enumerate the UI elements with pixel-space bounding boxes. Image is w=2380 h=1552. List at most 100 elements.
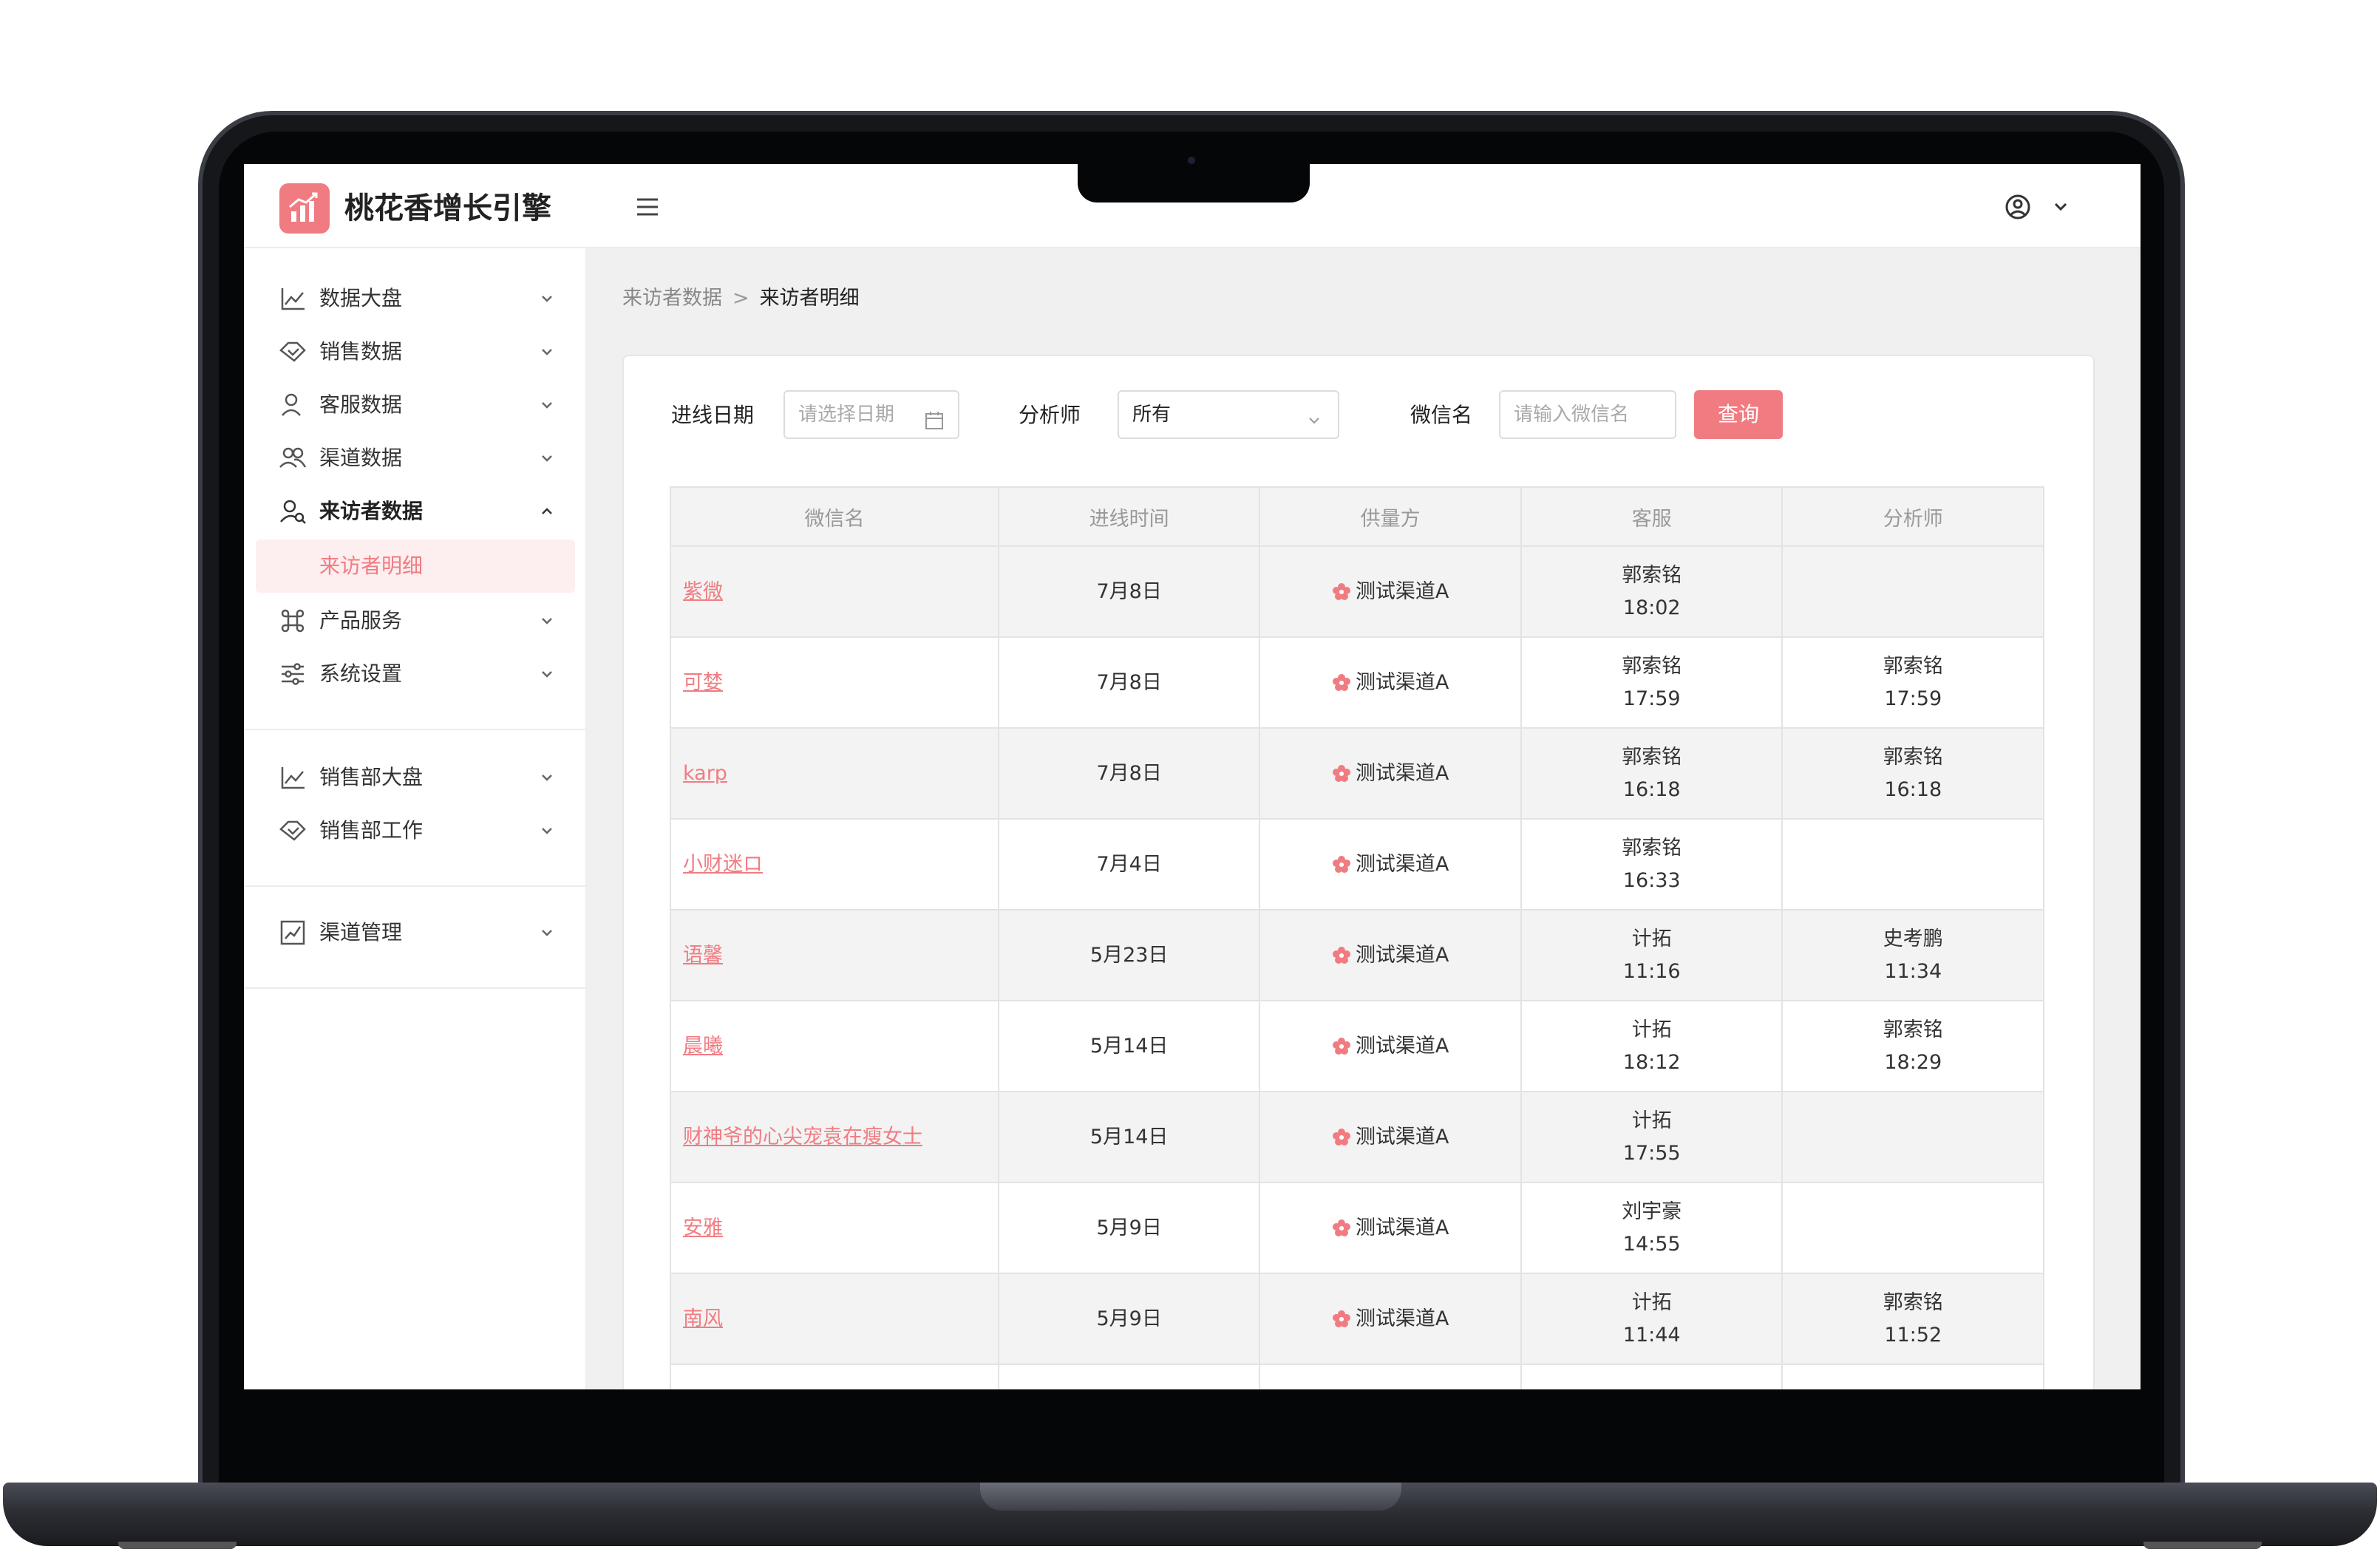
analyst-name: 郭索铭 (1883, 745, 1943, 769)
date-picker-placeholder: 请选择日期 (798, 404, 895, 426)
sidebar-item-label: 系统设置 (319, 661, 403, 686)
source-label: 测试渠道A (1355, 1216, 1449, 1239)
sidebar-item-settings[interactable]: 系统设置 (244, 647, 587, 701)
wechat-name-link[interactable]: 财神爷的心尖宠袁在瘦女士 (683, 1126, 922, 1148)
flower-icon (1332, 852, 1351, 873)
sidebar-item-cs-data[interactable]: 客服数据 (244, 378, 587, 432)
wechat-name-cell: 晨曦 (670, 1000, 999, 1092)
chevron-down-icon[interactable] (2047, 194, 2074, 220)
sidebar: 数据大盘 销售数据 客服数据 渠道数据 来访者数据 来访者明细 产品服务 系统设… (244, 248, 587, 1389)
wechat-name-link[interactable]: karp (683, 762, 727, 785)
wechat-name-placeholder: 请输入微信名 (1514, 404, 1630, 426)
sidebar-item-label: 来访者数据 (319, 499, 424, 523)
menu-icon[interactable] (631, 191, 664, 223)
query-button[interactable]: 查询 (1694, 390, 1783, 439)
entry-time-cell: 7月8日 (997, 636, 1261, 729)
sidebar-item-sales-data[interactable]: 销售数据 (244, 325, 587, 378)
source-label: 测试渠道A (1355, 579, 1449, 603)
table-row: 财神爷的心尖宠袁在瘦女士 5月14日 测试渠道A 计拓 17:55 (670, 1091, 2044, 1183)
line-chart-icon (278, 763, 307, 792)
cs-cell: 郭索铭 18:02 (1520, 545, 1784, 638)
analyst-time: 16:18 (1884, 777, 1942, 801)
sidebar-item-sales-work[interactable]: 销售部工作 (244, 804, 587, 857)
user-search-icon (278, 497, 307, 526)
entry-time-cell: 5月9日 (997, 1273, 1261, 1365)
user-avatar-icon[interactable] (2002, 191, 2034, 223)
cs-cell: 计拓 18:12 (1520, 1000, 1784, 1092)
entry-time-cell (997, 1364, 1261, 1389)
analyst-time: 18:29 (1884, 1050, 1942, 1074)
wechat-name-link[interactable]: 小财迷ロ (683, 853, 763, 876)
user-icon (278, 390, 307, 420)
cs-name: 郭索铭 (1622, 563, 1682, 587)
chevron-down-icon (537, 767, 557, 788)
sidebar-item-label: 客服数据 (319, 392, 403, 417)
cs-cell: 计拓 11:44 (1520, 1273, 1784, 1365)
sidebar-divider (244, 729, 587, 730)
cs-name: 计拓 (1631, 927, 1672, 950)
cs-cell: 郭索铭 16:33 (1520, 818, 1784, 911)
column-header-time[interactable]: 进线时间 (997, 486, 1261, 547)
analyst-select-value: 所有 (1132, 404, 1172, 426)
date-picker-input[interactable]: 请选择日期 (783, 390, 959, 439)
cs-time: 18:12 (1622, 1050, 1681, 1074)
analyst-name: 史考鹏 (1883, 927, 1943, 950)
flower-icon (1332, 1034, 1351, 1055)
wechat-name-cell: 小财迷ロ (670, 818, 999, 911)
calendar-icon (922, 404, 946, 429)
cs-name: 郭索铭 (1622, 836, 1682, 860)
entry-time-cell: 7月8日 (997, 545, 1261, 638)
wechat-name-input[interactable]: 请输入微信名 (1499, 390, 1676, 439)
app-title: 桃花香增长引擎 (344, 191, 551, 225)
wechat-filter-label: 微信名 (1410, 403, 1473, 427)
table-row: 小财迷ロ 7月4日 测试渠道A 郭索铭 16:33 (670, 818, 2044, 911)
source-label: 测试渠道A (1355, 670, 1449, 694)
flower-icon (1332, 1125, 1351, 1146)
wechat-name-link[interactable]: 可婪 (683, 671, 723, 694)
analyst-cell: 史考鹏 11:34 (1781, 909, 2044, 1001)
users-icon (278, 443, 307, 473)
sidebar-item-channel-data[interactable]: 渠道数据 (244, 432, 587, 485)
wechat-name-link[interactable]: 晨曦 (683, 1035, 723, 1058)
wechat-name-link[interactable]: 语馨 (683, 944, 723, 967)
cs-cell: 计拓 17:55 (1520, 1091, 1784, 1183)
table-row: 可婪 7月8日 测试渠道A 郭索铭 17:59 郭索铭 17:59 (670, 636, 2044, 729)
breadcrumb-separator: > (732, 287, 749, 310)
analyst-name: 郭索铭 (1883, 654, 1943, 678)
breadcrumb: 来访者数据 > 来访者明细 (622, 284, 860, 313)
column-header-analyst[interactable]: 分析师 (1781, 486, 2044, 547)
source-label: 测试渠道A (1355, 1125, 1449, 1148)
sidebar-subitem-visitor-detail[interactable]: 来访者明细 (256, 540, 575, 593)
sidebar-item-channel-mgmt[interactable]: 渠道管理 (244, 906, 587, 959)
source-cell: 测试渠道A (1259, 1273, 1522, 1365)
wechat-name-link[interactable]: 安雅 (683, 1216, 723, 1239)
sidebar-item-label: 渠道数据 (319, 446, 403, 470)
table-row: 南风 5月9日 测试渠道A 计拓 11:44 郭索铭 11:52 (670, 1273, 2044, 1365)
entry-time-cell: 7月4日 (997, 818, 1261, 911)
analyst-select[interactable]: 所有 (1118, 390, 1339, 439)
wechat-name-link[interactable]: 南风 (683, 1307, 723, 1330)
camera-notch (1078, 164, 1310, 202)
analyst-time: 11:52 (1884, 1323, 1942, 1347)
chevron-down-icon (537, 448, 557, 469)
breadcrumb-parent[interactable]: 来访者数据 (622, 287, 722, 310)
analyst-cell: 郭索铭 18:29 (1781, 1000, 2044, 1092)
wechat-name-cell: 可婪 (670, 636, 999, 729)
laptop-foot-right (2143, 1542, 2262, 1549)
handshake-icon (278, 816, 307, 845)
cs-name: 计拓 (1631, 1290, 1672, 1314)
sidebar-item-visitor-data[interactable]: 来访者数据 (244, 485, 587, 538)
analyst-time: 17:59 (1884, 687, 1942, 710)
sidebar-item-sales-dashboard[interactable]: 销售部大盘 (244, 751, 587, 804)
wechat-name-cell: 安雅 (670, 1182, 999, 1274)
column-header-wechat[interactable]: 微信名 (670, 486, 999, 547)
wechat-name-link[interactable]: 紫微 (683, 580, 723, 603)
analyst-cell: 郭索铭 11:52 (1781, 1273, 2044, 1365)
sidebar-subitem-label: 来访者明细 (319, 554, 424, 578)
table-row: 安雅 5月9日 测试渠道A 刘宇豪 14:55 (670, 1182, 2044, 1274)
column-header-cs[interactable]: 客服 (1520, 486, 1784, 547)
sidebar-item-products[interactable]: 产品服务 (244, 594, 587, 647)
column-header-source[interactable]: 供量方 (1259, 486, 1522, 547)
sidebar-item-dashboard[interactable]: 数据大盘 (244, 272, 587, 325)
table-header-row: 微信名 进线时间 供量方 客服 分析师 (670, 486, 2044, 547)
